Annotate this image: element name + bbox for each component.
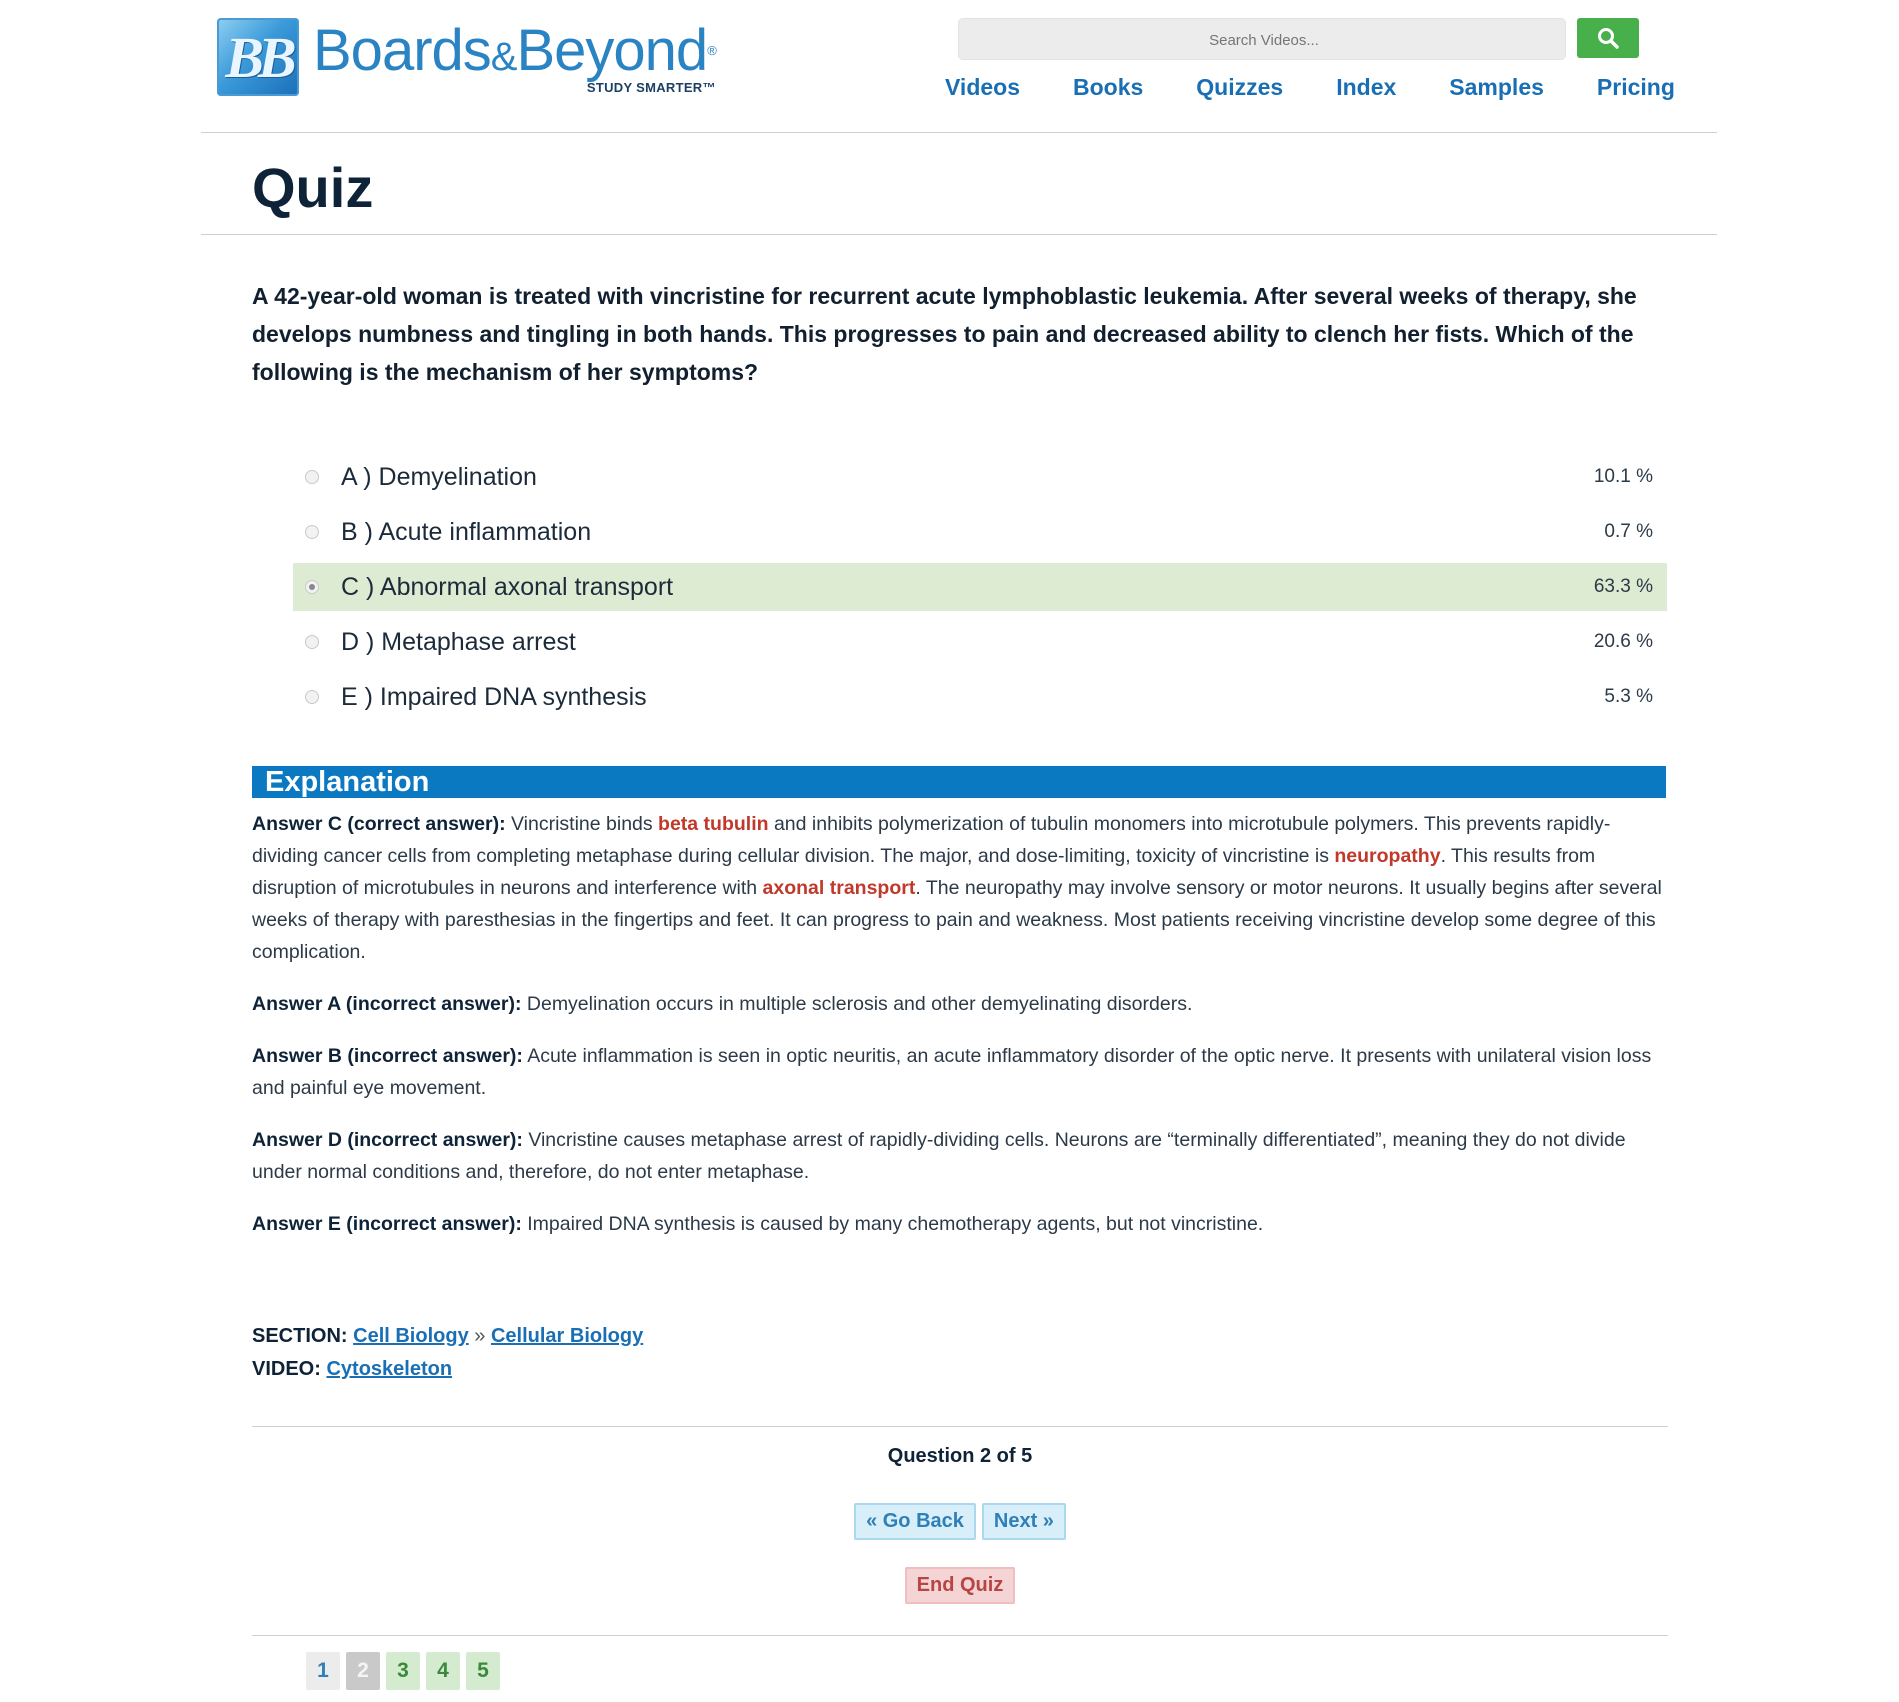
explanation-answer-c: Answer C (correct answer): Vincristine b… [252,808,1672,968]
page-2-button-current[interactable]: 2 [346,1652,380,1690]
answer-c-lead: Answer C (correct answer): [252,813,506,835]
choice-label: B ) Acute inflammation [341,517,592,546]
page-4-button[interactable]: 4 [426,1652,460,1690]
nav-index[interactable]: Index [1336,74,1396,101]
choice-percent: 10.1 % [1593,466,1653,487]
search-box [958,18,1569,61]
radio-dot [309,584,315,590]
main-nav: Videos Books Quizzes Index Samples Prici… [945,74,1675,101]
question-counter: Question 2 of 5 [887,1445,1033,1467]
video-line: VIDEO: Cytoskeleton [252,1353,1666,1386]
nav-quizzes[interactable]: Quizzes [1196,74,1283,101]
radio-button[interactable] [305,525,319,539]
choice-c-correct[interactable]: C ) Abnormal axonal transport 63.3 % [293,563,1667,611]
logo-text: Boards&Beyond® STUDY SMARTER™ [313,18,717,95]
video-label: VIDEO: [252,1358,321,1380]
end-button-row: End Quiz [252,1567,1668,1604]
highlight-beta-tubulin: beta tubulin [658,813,769,835]
choice-percent: 0.7 % [1604,521,1653,542]
logo-brand-part2: Beyond [516,18,708,83]
choice-e[interactable]: E ) Impaired DNA synthesis 5.3 % [293,673,1667,721]
answer-a-text: Demyelination occurs in multiple scleros… [521,993,1193,1015]
page: BB Boards&Beyond® STUDY SMARTER™ Videos … [201,0,1717,1690]
radio-button[interactable] [305,635,319,649]
explanation-answer-e: Answer E (incorrect answer): Impaired DN… [252,1208,1672,1240]
nav-pricing[interactable]: Pricing [1597,74,1675,101]
page-title: Quiz [252,156,374,219]
quiz-pager: Question 2 of 5 « Go Back Next » End Qui… [252,1426,1668,1636]
choice-percent: 20.6 % [1593,631,1653,652]
search-input[interactable] [959,19,1569,61]
logo-brand-amp: & [490,35,518,79]
choice-percent: 63.3 % [1593,576,1653,597]
highlight-axonal-transport: axonal transport [762,877,916,899]
go-back-button[interactable]: « Go Back [854,1503,976,1540]
choice-b[interactable]: B ) Acute inflammation 0.7 % [293,508,1667,556]
highlight-neuropathy: neuropathy [1334,845,1441,867]
section-line: SECTION: Cell Biology » Cellular Biology [252,1320,1666,1353]
choice-percent: 5.3 % [1604,686,1653,707]
site-header: BB Boards&Beyond® STUDY SMARTER™ Videos … [201,0,1717,133]
page-5-button[interactable]: 5 [466,1652,500,1690]
nav-samples[interactable]: Samples [1449,74,1544,101]
answer-choices: A ) Demyelination 10.1 % B ) Acute infla… [293,453,1667,721]
end-quiz-button[interactable]: End Quiz [904,1567,1016,1604]
radio-button[interactable] [305,470,319,484]
nav-books[interactable]: Books [1073,74,1143,101]
page-3-button[interactable]: 3 [386,1652,420,1690]
answer-b-lead: Answer B (incorrect answer): [252,1045,523,1067]
quiz-meta: SECTION: Cell Biology » Cellular Biology… [252,1320,1666,1386]
choice-label: E ) Impaired DNA synthesis [341,682,647,711]
search-icon [1598,28,1619,49]
section-label: SECTION: [252,1325,348,1347]
site-logo[interactable]: BB Boards&Beyond® STUDY SMARTER™ [217,18,717,96]
explanation-answer-b: Answer B (incorrect answer): Acute infla… [252,1040,1672,1104]
explanation-heading: Explanation [252,766,1666,798]
choice-a[interactable]: A ) Demyelination 10.1 % [293,453,1667,501]
explanation-answer-a: Answer A (incorrect answer): Demyelinati… [252,988,1672,1020]
logo-mark: BB [217,18,299,96]
logo-registered-mark: ® [707,43,717,58]
answer-a-lead: Answer A (incorrect answer): [252,993,522,1015]
section-link-cell-biology[interactable]: Cell Biology [353,1325,469,1347]
logo-tagline: STUDY SMARTER™ [586,80,716,95]
radio-button[interactable] [305,690,319,704]
search-button[interactable] [1577,18,1639,58]
answer-e-lead: Answer E (incorrect answer): [252,1213,522,1235]
nav-button-row: « Go Back Next » [252,1503,1668,1540]
logo-brand-part1: Boards [313,18,492,83]
section-link-cellular-biology[interactable]: Cellular Biology [491,1325,643,1347]
title-bar: Quiz [201,133,1717,235]
answer-c-text1: Vincristine binds [505,813,659,835]
choice-label: D ) Metaphase arrest [341,627,576,656]
breadcrumb-separator: » [474,1325,486,1347]
choice-label: C ) Abnormal axonal transport [341,572,674,601]
quiz-content: A 42-year-old woman is treated with vinc… [201,277,1717,1690]
radio-button-selected[interactable] [305,580,319,594]
answer-d-lead: Answer D (incorrect answer): [252,1129,523,1151]
choice-d[interactable]: D ) Metaphase arrest 20.6 % [293,618,1667,666]
explanation-answer-d: Answer D (incorrect answer): Vincristine… [252,1124,1672,1188]
next-button[interactable]: Next » [981,1503,1066,1540]
nav-videos[interactable]: Videos [945,74,1020,101]
answer-e-text: Impaired DNA synthesis is caused by many… [521,1213,1264,1235]
video-link-cytoskeleton[interactable]: Cytoskeleton [326,1358,452,1380]
page-1-button[interactable]: 1 [306,1652,340,1690]
question-pagination: 1 2 3 4 5 [306,1652,1666,1690]
question-stem: A 42-year-old woman is treated with vinc… [252,283,1637,385]
choice-label: A ) Demyelination [341,462,537,491]
